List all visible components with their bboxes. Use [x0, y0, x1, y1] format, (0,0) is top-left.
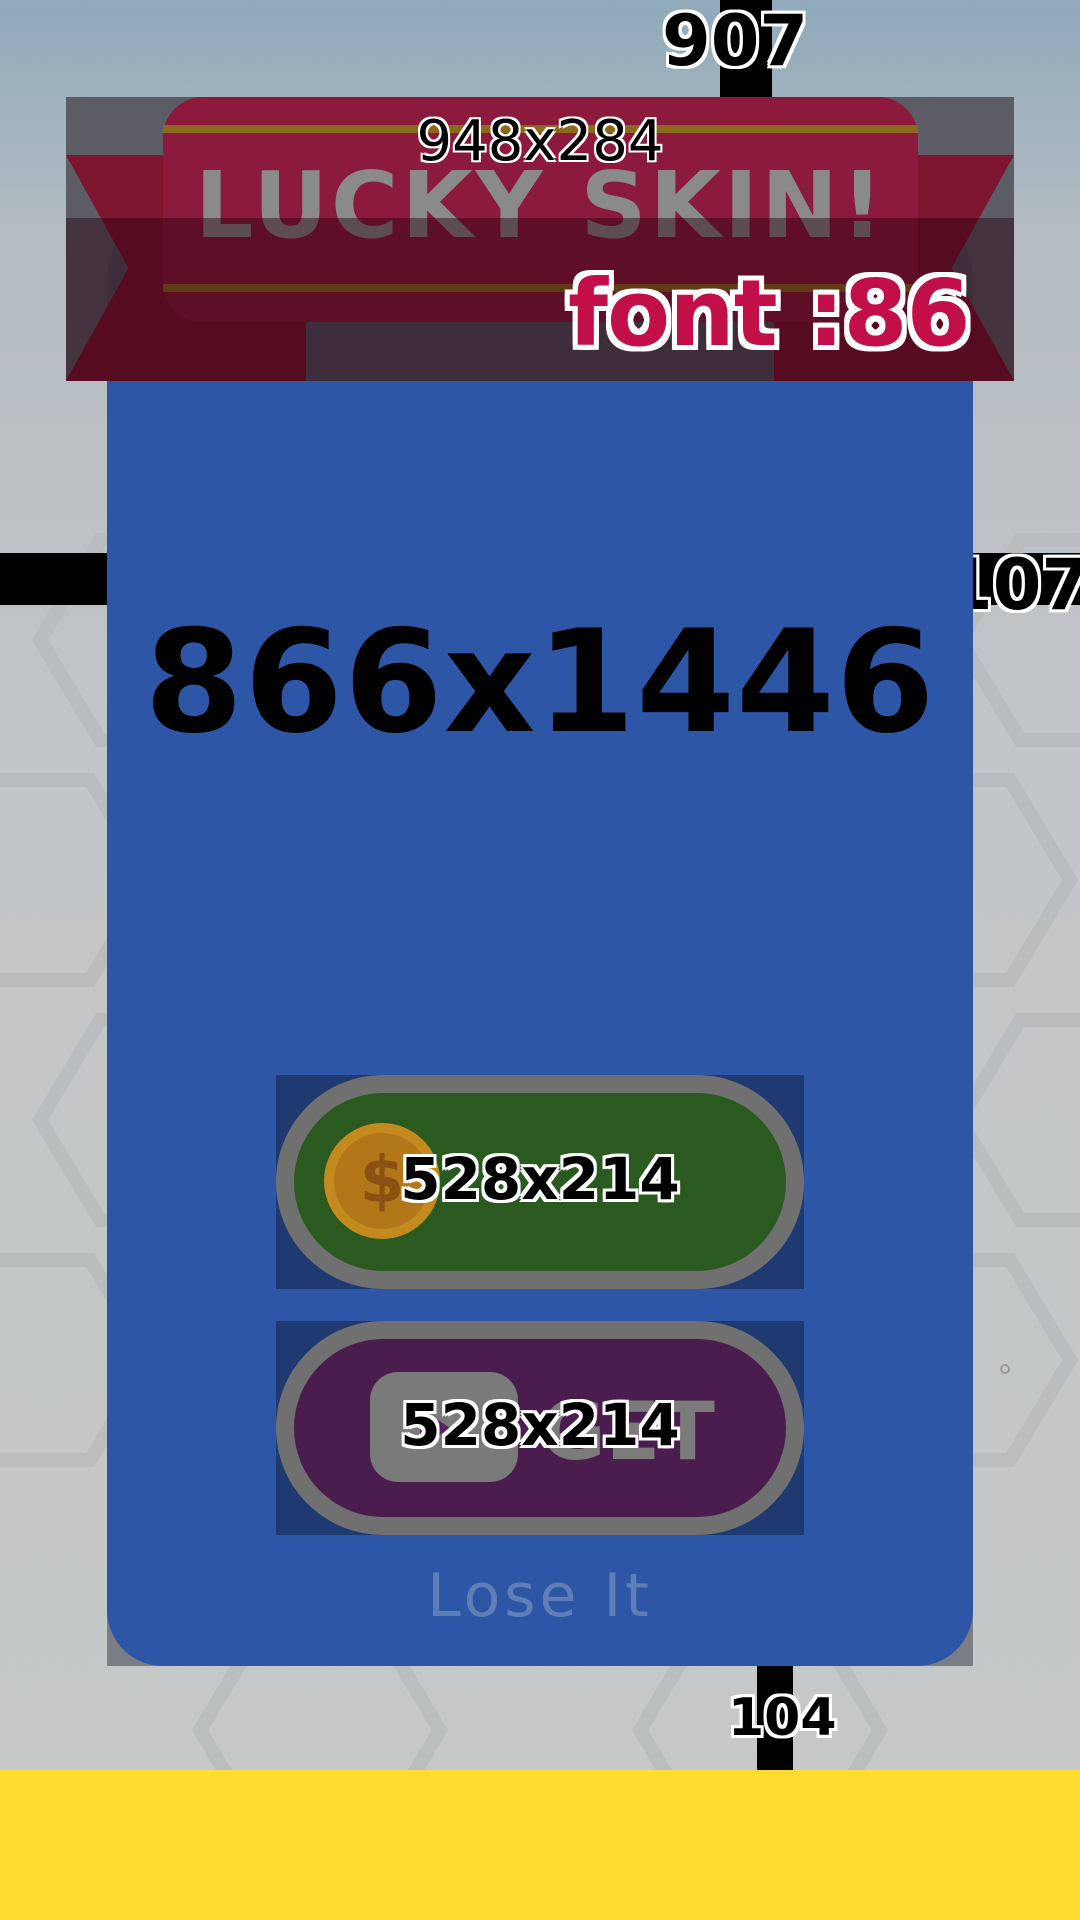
lose-it-link[interactable]: Lose It — [107, 1566, 973, 1626]
font-size-note: font :86 — [568, 260, 971, 367]
panel-size-label: 866x1446 — [144, 600, 936, 765]
banner-size-label: 948x284 — [416, 109, 664, 174]
bottom-gap-label: 104 — [728, 1688, 837, 1748]
coin-button-size-label: 528x214 — [400, 1145, 680, 1213]
decorative-dot — [1000, 1364, 1010, 1374]
bottom-ad-bar — [0, 1770, 1080, 1920]
video-button-size-label: 528x214 — [400, 1391, 680, 1459]
top-gap-label: 907 — [662, 0, 809, 82]
side-gap-guide — [0, 553, 107, 605]
